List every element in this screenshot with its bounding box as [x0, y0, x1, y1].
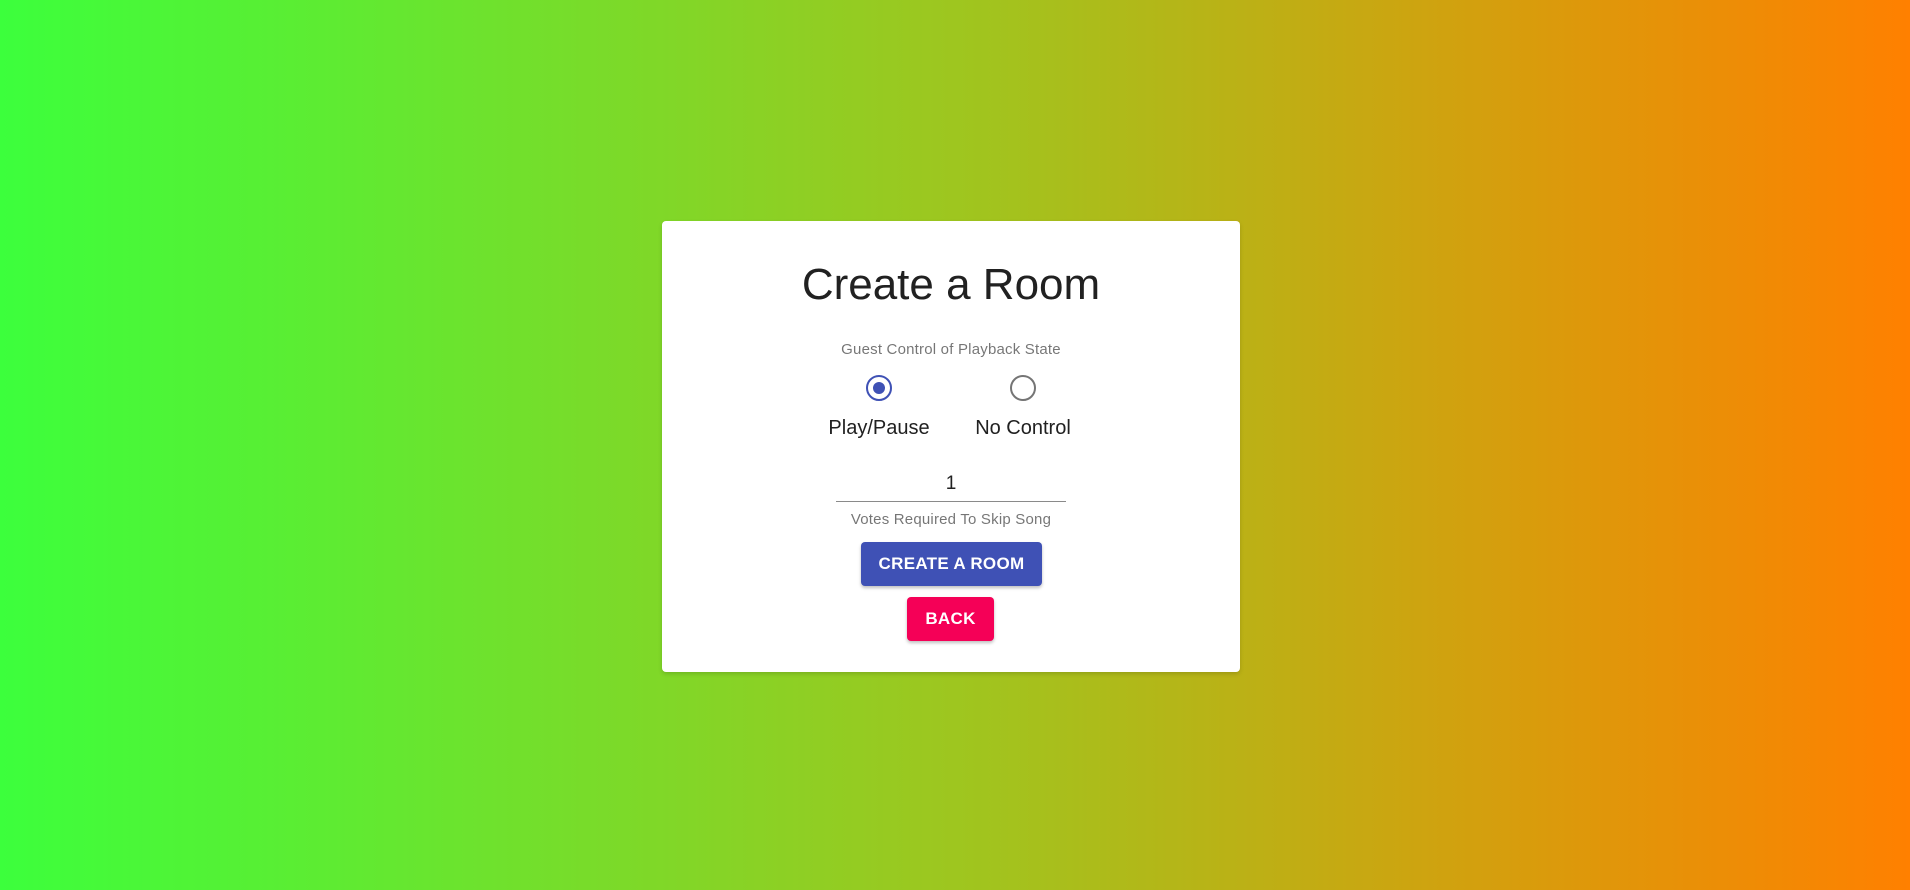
radio-checked-icon[interactable] — [866, 375, 892, 401]
radio-option-no-control[interactable]: No Control — [971, 373, 1075, 440]
playback-control-radio-group: Play/Pause No Control — [662, 373, 1240, 440]
radio-label-play-pause: Play/Pause — [828, 417, 930, 439]
radio-unchecked-icon[interactable] — [1010, 375, 1036, 401]
create-room-card: Create a Room Guest Control of Playback … — [662, 221, 1240, 672]
playback-control-legend: Guest Control of Playback State — [841, 341, 1061, 358]
radio-label-no-control: No Control — [975, 417, 1071, 439]
page-title: Create a Room — [801, 260, 1101, 309]
votes-to-skip-field: Votes Required To Skip Song — [836, 469, 1066, 528]
votes-helper-text: Votes Required To Skip Song — [850, 511, 1052, 528]
radio-option-play-pause[interactable]: Play/Pause — [827, 373, 931, 440]
create-room-button[interactable]: CREATE A ROOM — [861, 542, 1042, 586]
votes-to-skip-input[interactable] — [836, 469, 1066, 502]
back-button[interactable]: BACK — [907, 597, 994, 641]
